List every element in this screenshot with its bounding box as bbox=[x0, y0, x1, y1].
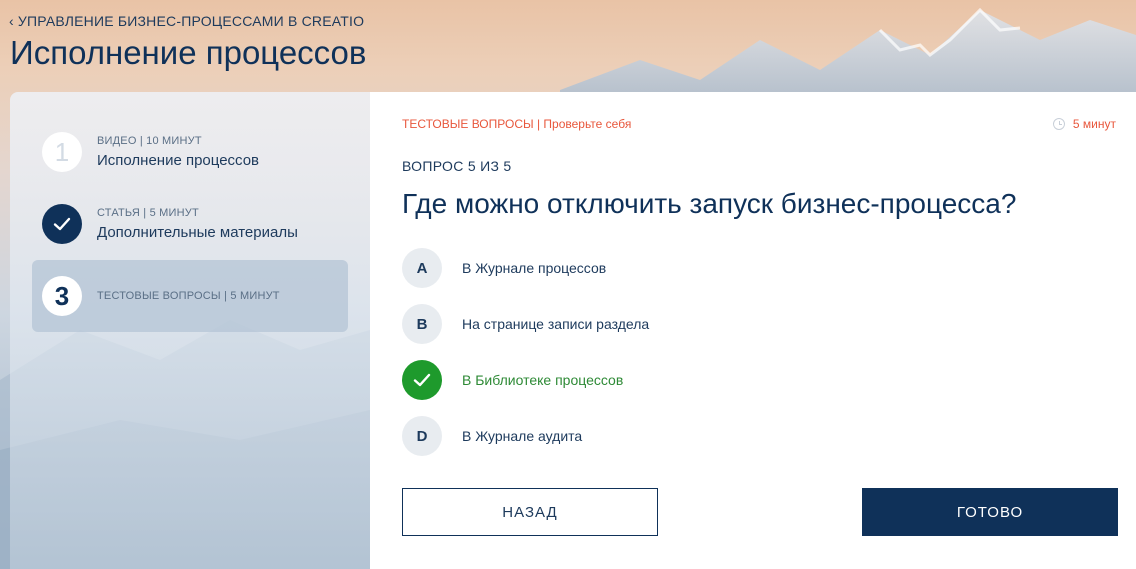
answer-text: В Библиотеке процессов bbox=[462, 372, 624, 388]
answer-option-b[interactable]: B На странице записи раздела bbox=[402, 304, 1102, 344]
quiz-content: ТЕСТОВЫЕ ВОПРОСЫ | Проверьте себя 5 мину… bbox=[370, 92, 1136, 569]
answer-text: В Журнале аудита bbox=[462, 428, 583, 444]
page-title: Исполнение процессов bbox=[10, 34, 367, 71]
step-number-badge: 3 bbox=[42, 276, 82, 316]
duration-label: 5 минут bbox=[1072, 117, 1116, 131]
clock-icon bbox=[1052, 118, 1065, 130]
check-icon bbox=[402, 360, 442, 400]
back-button[interactable]: НАЗАД bbox=[402, 488, 658, 536]
step-number-badge: 1 bbox=[42, 132, 82, 172]
breadcrumb-back-link[interactable]: ‹ УПРАВЛЕНИЕ БИЗНЕС-ПРОЦЕССАМИ В CREATIO bbox=[9, 13, 364, 29]
answer-text: В Журнале процессов bbox=[462, 260, 607, 276]
done-button[interactable]: ГОТОВО bbox=[862, 488, 1118, 536]
answer-letter-badge: D bbox=[402, 416, 442, 456]
step-article[interactable]: СТАТЬЯ | 5 МИНУТ Дополнительные материал… bbox=[32, 188, 348, 260]
question-text: Где можно отключить запуск бизнес-процес… bbox=[402, 188, 1017, 219]
duration-indicator: 5 минут bbox=[1052, 117, 1116, 131]
answer-option-c[interactable]: В Библиотеке процессов bbox=[402, 360, 1102, 400]
chevron-left-icon: ‹ bbox=[9, 13, 14, 29]
question-counter: ВОПРОС 5 ИЗ 5 bbox=[402, 158, 512, 174]
step-meta: СТАТЬЯ | 5 МИНУТ bbox=[97, 207, 199, 219]
section-label: ТЕСТОВЫЕ ВОПРОСЫ | Проверьте себя bbox=[402, 117, 631, 131]
step-title: Исполнение процессов bbox=[97, 152, 260, 169]
answer-letter-badge: A bbox=[402, 248, 442, 288]
step-title: Дополнительные материалы bbox=[97, 224, 298, 241]
step-meta: ВИДЕО | 10 МИНУТ bbox=[97, 135, 202, 147]
step-quiz[interactable]: 3 ТЕСТОВЫЕ ВОПРОСЫ | 5 МИНУТ bbox=[32, 260, 348, 332]
answer-text: На странице записи раздела bbox=[462, 316, 650, 332]
answer-option-d[interactable]: D В Журнале аудита bbox=[402, 416, 1102, 456]
step-video[interactable]: 1 ВИДЕО | 10 МИНУТ Исполнение процессов bbox=[32, 116, 348, 188]
section-subtitle: | Проверьте себя bbox=[536, 117, 632, 131]
lesson-steps-panel: 1 ВИДЕО | 10 МИНУТ Исполнение процессов … bbox=[10, 92, 370, 569]
section-name: ТЕСТОВЫЕ ВОПРОСЫ bbox=[402, 117, 534, 131]
answer-option-a[interactable]: A В Журнале процессов bbox=[402, 248, 1102, 288]
breadcrumb-label: УПРАВЛЕНИЕ БИЗНЕС-ПРОЦЕССАМИ В CREATIO bbox=[17, 13, 365, 29]
step-meta: ТЕСТОВЫЕ ВОПРОСЫ | 5 МИНУТ bbox=[97, 290, 280, 302]
check-icon bbox=[42, 204, 82, 244]
answer-letter-badge: B bbox=[402, 304, 442, 344]
